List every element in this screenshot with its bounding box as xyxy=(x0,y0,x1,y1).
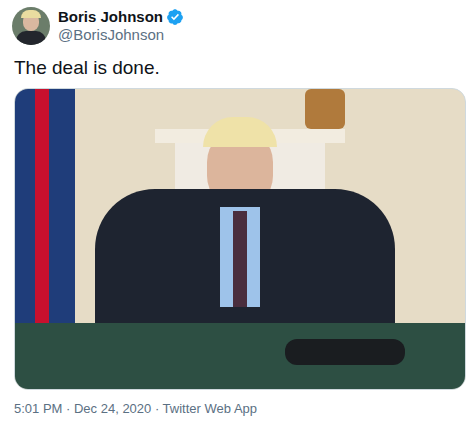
display-name[interactable]: Boris Johnson xyxy=(58,8,163,26)
flag-stripe xyxy=(35,89,49,329)
user-names: Boris Johnson@BorisJohnson xyxy=(58,8,184,44)
user-handle[interactable]: @BorisJohnson xyxy=(58,26,184,44)
tweet-header: Boris Johnson@BorisJohnson xyxy=(0,0,471,48)
tweet-photo[interactable] xyxy=(14,88,466,390)
hair xyxy=(203,117,277,147)
tweet-timestamp[interactable]: 5:01 PM · Dec 24, 2020 · Twitter Web App xyxy=(0,390,471,418)
name-row: Boris Johnson xyxy=(58,8,184,26)
tweet-text: The deal is done. xyxy=(0,48,471,88)
avatar-suit xyxy=(16,31,46,45)
tie xyxy=(233,211,247,307)
verified-icon xyxy=(166,8,184,26)
phone xyxy=(285,339,405,365)
clock xyxy=(305,89,345,129)
avatar-hair xyxy=(21,10,41,18)
avatar[interactable] xyxy=(12,7,50,45)
